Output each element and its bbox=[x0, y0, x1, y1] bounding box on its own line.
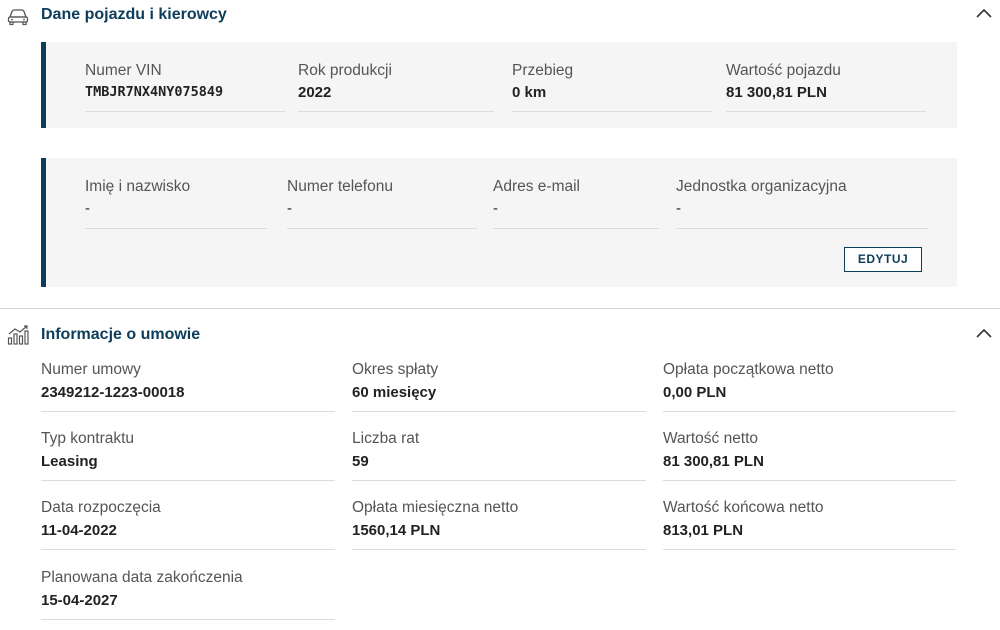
chevron-up-icon[interactable] bbox=[974, 4, 994, 24]
phone-value: - bbox=[287, 200, 292, 217]
field-value: Leasing bbox=[41, 453, 98, 470]
edit-button[interactable]: EDYTUJ bbox=[844, 247, 922, 272]
repayment-period-field: Okres spłaty 60 miesięcy bbox=[352, 361, 646, 412]
org-unit-field: Jednostka organizacyjna - bbox=[676, 178, 928, 229]
field-value: 60 miesięcy bbox=[352, 384, 437, 401]
field-value: 11-04-2022 bbox=[41, 522, 117, 539]
section-title-contract: Informacje o umowie bbox=[41, 326, 201, 343]
vehicle-value-label: Wartość pojazdu bbox=[726, 62, 841, 79]
field-label: Wartość netto bbox=[663, 430, 759, 447]
org-unit-value: - bbox=[676, 200, 681, 217]
field-label: Planowana data zakończenia bbox=[41, 569, 243, 586]
email-label: Adres e-mail bbox=[493, 178, 580, 195]
year-label: Rok produkcji bbox=[298, 62, 392, 79]
contract-number-field: Numer umowy 2349212-1223-00018 bbox=[41, 361, 335, 412]
field-underline bbox=[41, 619, 335, 620]
field-underline bbox=[41, 549, 335, 550]
initial-fee-field: Opłata początkowa netto 0,00 PLN bbox=[663, 361, 956, 412]
year-value: 2022 bbox=[298, 84, 332, 101]
monthly-fee-field: Opłata miesięczna netto 1560,14 PLN bbox=[352, 499, 646, 550]
field-underline bbox=[352, 480, 646, 481]
mileage-field: Przebieg 0 km bbox=[512, 62, 712, 112]
field-underline bbox=[493, 228, 659, 229]
driver-name-value: - bbox=[85, 200, 90, 217]
field-label: Wartość końcowa netto bbox=[663, 499, 824, 516]
field-underline bbox=[663, 549, 956, 550]
field-underline bbox=[41, 480, 335, 481]
field-value: 81 300,81 PLN bbox=[663, 453, 764, 470]
start-date-field: Data rozpoczęcia 11-04-2022 bbox=[41, 499, 335, 550]
phone-label: Numer telefonu bbox=[287, 178, 393, 195]
year-field: Rok produkcji 2022 bbox=[298, 62, 494, 112]
field-label: Numer umowy bbox=[41, 361, 141, 378]
vin-field: Numer VIN TMBJR7NX4NY075849 bbox=[85, 62, 285, 112]
driver-info-panel: Imię i nazwisko - Numer telefonu - Adres… bbox=[41, 158, 957, 287]
field-label: Data rozpoczęcia bbox=[41, 499, 161, 516]
chart-icon bbox=[7, 324, 29, 345]
field-underline bbox=[663, 411, 956, 412]
vehicle-info-panel: Numer VIN TMBJR7NX4NY075849 Rok produkcj… bbox=[41, 42, 957, 128]
org-unit-label: Jednostka organizacyjna bbox=[676, 178, 847, 195]
section-divider bbox=[0, 308, 1000, 309]
field-value: 59 bbox=[352, 453, 369, 470]
section-title-vehicle: Dane pojazdu i kierowcy bbox=[41, 6, 227, 23]
field-value: 2349212-1223-00018 bbox=[41, 384, 185, 401]
installments-count-field: Liczba rat 59 bbox=[352, 430, 646, 481]
driver-name-field: Imię i nazwisko - bbox=[85, 178, 267, 229]
field-label: Opłata początkowa netto bbox=[663, 361, 834, 378]
contract-section-header[interactable]: Informacje o umowie bbox=[0, 318, 1000, 350]
field-underline bbox=[676, 228, 928, 229]
field-label: Typ kontraktu bbox=[41, 430, 135, 447]
field-underline bbox=[85, 111, 285, 112]
field-label: Opłata miesięczna netto bbox=[352, 499, 519, 516]
field-underline bbox=[85, 228, 267, 229]
vehicle-value-field: Wartość pojazdu 81 300,81 PLN bbox=[726, 62, 926, 112]
field-underline bbox=[512, 111, 712, 112]
field-underline bbox=[287, 228, 477, 229]
email-value: - bbox=[493, 200, 498, 217]
field-label: Liczba rat bbox=[352, 430, 420, 447]
mileage-value: 0 km bbox=[512, 84, 547, 101]
field-underline bbox=[663, 480, 956, 481]
contract-type-field: Typ kontraktu Leasing bbox=[41, 430, 335, 481]
car-icon bbox=[7, 6, 29, 26]
field-underline bbox=[726, 111, 926, 112]
field-value: 1560,14 PLN bbox=[352, 522, 441, 539]
email-field: Adres e-mail - bbox=[493, 178, 659, 229]
final-value-field: Wartość końcowa netto 813,01 PLN bbox=[663, 499, 956, 550]
chevron-up-icon[interactable] bbox=[974, 324, 994, 344]
field-value: 0,00 PLN bbox=[663, 384, 727, 401]
planned-end-date-field: Planowana data zakończenia 15-04-2027 bbox=[41, 569, 335, 620]
mileage-label: Przebieg bbox=[512, 62, 574, 79]
field-underline bbox=[41, 411, 335, 412]
vin-label: Numer VIN bbox=[85, 62, 162, 79]
field-underline bbox=[352, 411, 646, 412]
vehicle-value-value: 81 300,81 PLN bbox=[726, 84, 827, 101]
field-value: 15-04-2027 bbox=[41, 592, 118, 609]
driver-name-label: Imię i nazwisko bbox=[85, 178, 191, 195]
vin-value: TMBJR7NX4NY075849 bbox=[85, 84, 224, 100]
vehicle-section-header[interactable]: Dane pojazdu i kierowcy bbox=[0, 0, 1000, 32]
field-underline bbox=[352, 549, 646, 550]
field-value: 813,01 PLN bbox=[663, 522, 744, 539]
field-label: Okres spłaty bbox=[352, 361, 439, 378]
field-underline bbox=[298, 111, 494, 112]
phone-field: Numer telefonu - bbox=[287, 178, 477, 229]
net-value-field: Wartość netto 81 300,81 PLN bbox=[663, 430, 956, 481]
